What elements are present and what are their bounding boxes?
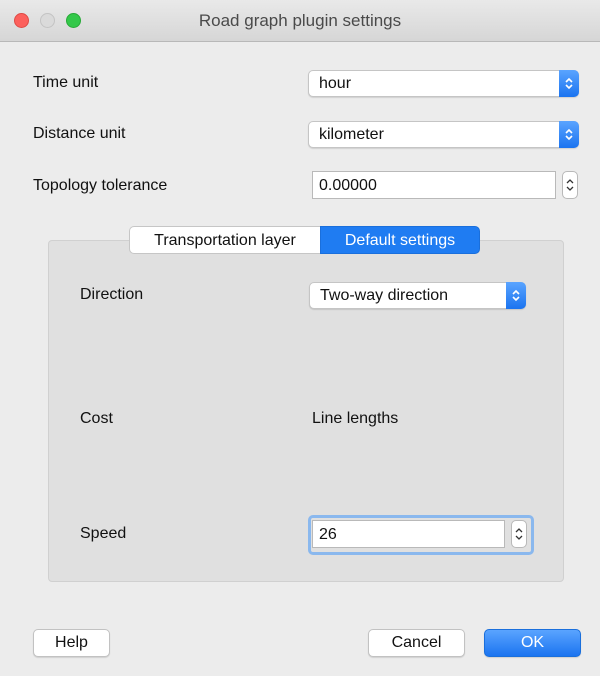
tab-transportation-layer[interactable]: Transportation layer	[129, 226, 320, 254]
time-unit-label: Time unit	[33, 74, 99, 91]
cost-value: Line lengths	[312, 410, 399, 427]
direction-label: Direction	[80, 286, 144, 303]
distance-unit-select[interactable]: kilometer	[308, 121, 579, 148]
direction-select[interactable]: Two-way direction	[309, 282, 526, 309]
chevron-updown-icon	[559, 121, 579, 148]
time-unit-select[interactable]: hour	[308, 70, 579, 97]
topology-tolerance-label: Topology tolerance	[33, 177, 168, 194]
ok-button[interactable]: OK	[484, 629, 581, 657]
speed-stepper[interactable]	[511, 520, 527, 548]
cost-label: Cost	[80, 410, 113, 427]
stepper-icon	[566, 179, 574, 191]
cancel-button[interactable]: Cancel	[368, 629, 465, 657]
speed-input[interactable]: 26	[312, 520, 505, 548]
window-title: Road graph plugin settings	[198, 11, 402, 30]
topology-tolerance-stepper[interactable]	[562, 171, 578, 199]
help-button[interactable]: Help	[33, 629, 110, 657]
distance-unit-label: Distance unit	[33, 125, 126, 142]
direction-value: Two-way direction	[320, 287, 449, 304]
speed-label: Speed	[80, 525, 127, 542]
title-bar: Road graph plugin settings	[0, 0, 600, 42]
chevron-updown-icon	[506, 282, 526, 309]
time-unit-value: hour	[319, 75, 352, 92]
tab-default-settings[interactable]: Default settings	[320, 226, 480, 254]
chevron-updown-icon	[559, 70, 579, 97]
distance-unit-value: kilometer	[319, 126, 384, 143]
dialog-window: Road graph plugin settings Time unit hou…	[0, 0, 600, 676]
topology-tolerance-input[interactable]: 0.00000	[312, 171, 556, 199]
stepper-icon	[515, 528, 523, 540]
